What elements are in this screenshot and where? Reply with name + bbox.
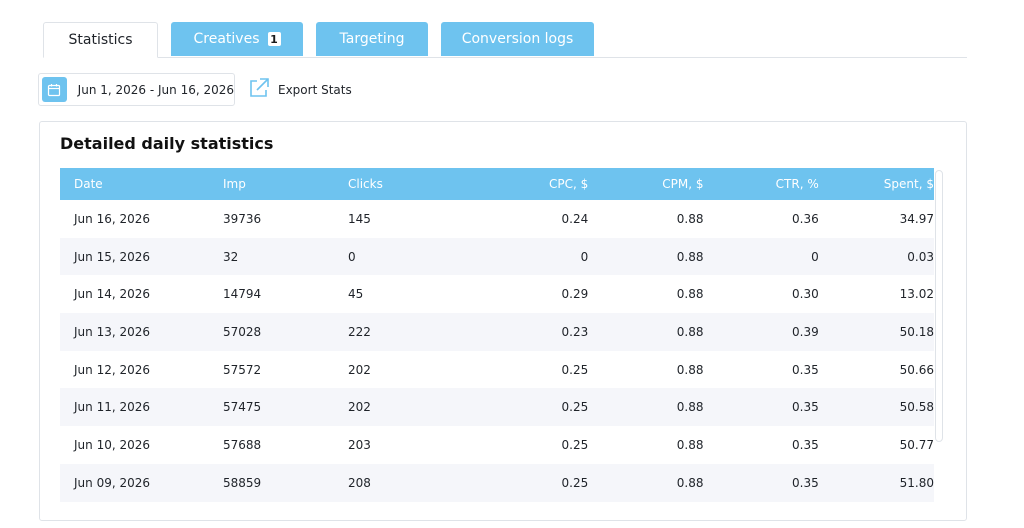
- cell-clicks: 203: [348, 437, 371, 452]
- cell-cpm: 0.88: [676, 211, 704, 226]
- cell-imp: 32: [223, 237, 348, 276]
- cell-date: Jun 13, 2026: [60, 313, 223, 351]
- cell-imp: 57572: [223, 362, 262, 377]
- table-row: Jun 16, 2026 39736 145 0.24 0.88 0.36 34…: [60, 200, 934, 238]
- cell-clicks: 202: [348, 362, 371, 377]
- cell-clicks: 202: [348, 388, 473, 427]
- cell-cpc: 0.25: [561, 362, 589, 377]
- cell-imp: 57688: [223, 437, 262, 452]
- stats-table: Date Imp Clicks CPC, $ CPM, $ CTR, % Spe…: [60, 168, 934, 502]
- col-header-imp[interactable]: Imp: [223, 168, 348, 200]
- cell-spent: 50.58: [818, 388, 934, 427]
- tab-conversion-logs[interactable]: Conversion logs: [441, 22, 594, 56]
- cell-imp: 58859: [223, 463, 348, 502]
- tab-creatives[interactable]: Creatives 1: [171, 22, 303, 56]
- cell-imp: 39736: [223, 211, 262, 226]
- cell-date: Jun 14, 2026: [74, 287, 151, 302]
- cell-imp: 57028: [223, 313, 348, 351]
- cell-cpc: 0.25: [473, 463, 589, 502]
- cell-cpc: 0: [473, 237, 589, 276]
- table-row: Jun 11, 2026 57475 202 0.25 0.88 0.35 50…: [60, 388, 934, 427]
- cell-date: Jun 09, 2026: [60, 463, 223, 502]
- tab-bar: Statistics Creatives 1 Targeting Convers…: [43, 22, 967, 58]
- tab-targeting[interactable]: Targeting: [316, 22, 428, 56]
- tab-label: Creatives: [193, 31, 260, 47]
- cell-cpc: 0.24: [561, 211, 589, 226]
- cell-date: Jun 10, 2026: [74, 437, 151, 452]
- cell-spent: 51.80: [818, 463, 934, 502]
- cell-spent: 50.18: [818, 313, 934, 351]
- date-range-text: Jun 1, 2026 - Jun 16, 2026: [77, 82, 234, 97]
- cell-date: Jun 16, 2026: [74, 211, 151, 226]
- cell-cpc: 0.25: [561, 437, 589, 452]
- cell-spent: 0.03: [818, 237, 934, 276]
- col-header-cpc[interactable]: CPC, $: [473, 168, 589, 200]
- cell-date: Jun 12, 2026: [74, 362, 151, 377]
- cell-spent: 13.02: [899, 287, 934, 302]
- external-link-icon: [248, 77, 270, 103]
- table-header-row: Date Imp Clicks CPC, $ CPM, $ CTR, % Spe…: [60, 168, 934, 200]
- table-row: Jun 13, 2026 57028 222 0.23 0.88 0.39 50…: [60, 313, 934, 351]
- col-header-ctr[interactable]: CTR, %: [703, 168, 819, 200]
- cell-cpm: 0.88: [588, 237, 704, 276]
- cell-cpm: 0.88: [588, 388, 704, 427]
- stats-table-container[interactable]: Date Imp Clicks CPC, $ CPM, $ CTR, % Spe…: [60, 168, 934, 528]
- cell-spent: 34.97: [899, 211, 934, 226]
- export-stats-button[interactable]: Export Stats: [248, 77, 352, 103]
- date-range-picker[interactable]: Jun 1, 2026 - Jun 16, 2026: [38, 73, 235, 106]
- cell-cpc: 0.29: [561, 287, 589, 302]
- tab-label: Conversion logs: [461, 31, 574, 47]
- cell-spent: 50.77: [899, 437, 934, 452]
- cell-clicks: 145: [348, 211, 371, 226]
- cell-cpm: 0.88: [588, 313, 704, 351]
- cell-cpc: 0.23: [473, 313, 589, 351]
- cell-clicks: 0: [348, 237, 473, 276]
- table-row: Jun 09, 2026 58859 208 0.25 0.88 0.35 51…: [60, 463, 934, 502]
- tab-label: Targeting: [339, 31, 405, 47]
- cell-clicks: 208: [348, 463, 473, 502]
- daily-stats-panel: Detailed daily statistics Date Imp Click…: [39, 121, 967, 521]
- cell-date: Jun 11, 2026: [60, 388, 223, 427]
- cell-ctr: 0.35: [703, 463, 819, 502]
- cell-ctr: 0.36: [792, 211, 819, 226]
- cell-cpm: 0.88: [676, 362, 704, 377]
- cell-imp: 14794: [223, 287, 262, 302]
- cell-cpm: 0.88: [676, 437, 704, 452]
- calendar-icon[interactable]: [42, 77, 67, 102]
- cell-cpm: 0.88: [588, 463, 704, 502]
- panel-title: Detailed daily statistics: [60, 134, 274, 153]
- table-row: Jun 12, 2026 57572 202 0.25 0.88 0.35 50…: [60, 351, 934, 389]
- tab-statistics[interactable]: Statistics: [43, 22, 158, 58]
- cell-cpm: 0.88: [676, 287, 704, 302]
- cell-ctr: 0.35: [703, 388, 819, 427]
- cell-spent: 50.66: [899, 362, 934, 377]
- table-scrollbar[interactable]: [935, 170, 943, 442]
- cell-clicks: 45: [348, 287, 364, 302]
- cell-date: Jun 15, 2026: [60, 237, 223, 276]
- cell-cpc: 0.25: [473, 388, 589, 427]
- cell-ctr: 0.35: [792, 437, 819, 452]
- cell-imp: 57475: [223, 388, 348, 427]
- cell-ctr: 0.30: [792, 287, 819, 302]
- table-row: Jun 10, 2026 57688 203 0.25 0.88 0.35 50…: [60, 426, 934, 464]
- col-header-spent[interactable]: Spent, $: [818, 168, 934, 200]
- col-header-cpm[interactable]: CPM, $: [588, 168, 704, 200]
- cell-ctr: 0: [703, 237, 819, 276]
- table-row: Jun 14, 2026 14794 45 0.29 0.88 0.30 13.…: [60, 275, 934, 313]
- cell-ctr: 0.35: [792, 362, 819, 377]
- creatives-count-badge: 1: [267, 32, 281, 46]
- table-row: Jun 15, 2026 32 0 0 0.88 0 0.03: [60, 237, 934, 276]
- cell-ctr: 0.39: [703, 313, 819, 351]
- export-stats-label: Export Stats: [278, 83, 352, 97]
- col-header-clicks[interactable]: Clicks: [348, 168, 473, 200]
- tab-label: Statistics: [68, 32, 133, 48]
- cell-clicks: 222: [348, 313, 473, 351]
- col-header-date[interactable]: Date: [60, 168, 223, 200]
